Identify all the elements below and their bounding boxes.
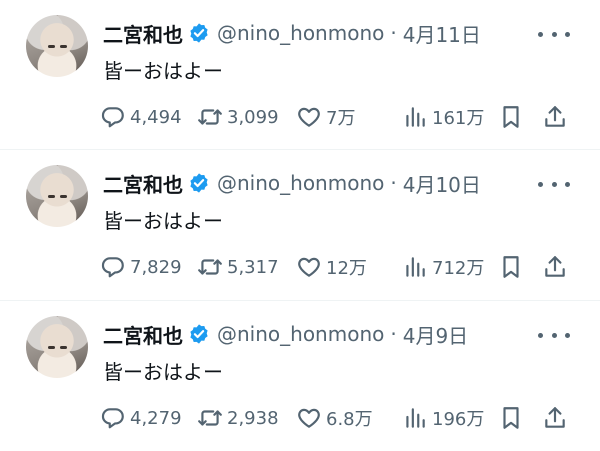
avatar-eye [48, 346, 55, 349]
reply-button[interactable]: 4,279 [100, 401, 182, 435]
retweet-button[interactable]: 3,099 [197, 100, 279, 134]
reply-bubble-icon [101, 408, 124, 429]
tweet-header: 二宮和也 @nino_honmono · 4月10日 [103, 166, 481, 200]
like-count: 7万 [326, 108, 356, 129]
display-name[interactable]: 二宮和也 [103, 19, 183, 48]
reply-bubble-icon [101, 257, 124, 278]
reply-count: 7,829 [130, 256, 182, 278]
bookmark-button[interactable] [498, 401, 524, 435]
display-name[interactable]: 二宮和也 [103, 169, 183, 198]
dot [538, 31, 543, 37]
dot [551, 31, 557, 37]
views-count: 196万 [432, 409, 485, 430]
action-bar: 4,494 3,099 7万 161万 [100, 100, 570, 134]
separator-dot: · [390, 322, 397, 346]
tweet[interactable]: 二宮和也 @nino_honmono · 4月10日 皆ーおはよー 7,829 … [0, 150, 600, 301]
retweet-arrows-icon [198, 109, 222, 125]
verified-badge-icon [188, 323, 210, 345]
tweet-date[interactable]: 4月10日 [403, 169, 481, 198]
dot [565, 181, 570, 187]
tweet-feed: 二宮和也 @nino_honmono · 4月11日 皆ーおはよー 4,494 … [0, 0, 600, 451]
bar-chart-icon [406, 107, 425, 127]
retweet-button[interactable]: 5,317 [197, 250, 279, 284]
more-dots-icon[interactable] [538, 331, 570, 339]
retweet-arrows-icon [198, 410, 222, 426]
share-upload-icon [545, 407, 565, 428]
tweet[interactable]: 二宮和也 @nino_honmono · 4月11日 皆ーおはよー 4,494 … [0, 0, 600, 150]
like-count: 6.8万 [326, 409, 373, 430]
bookmark-icon [503, 256, 519, 278]
dot [565, 31, 570, 37]
dot [551, 181, 557, 187]
tweet-date[interactable]: 4月11日 [403, 19, 481, 48]
bar-chart-icon [406, 408, 425, 428]
retweet-count: 3,099 [227, 106, 279, 128]
display-name[interactable]: 二宮和也 [103, 320, 183, 349]
avatar-eye [48, 45, 55, 48]
share-upload-icon [545, 106, 565, 127]
avatar-eye [60, 195, 67, 198]
views-button[interactable]: 196万 [402, 401, 484, 435]
reply-button[interactable]: 7,829 [100, 250, 182, 284]
dot [538, 332, 543, 338]
tweet-date[interactable]: 4月9日 [403, 320, 468, 349]
avatar[interactable] [26, 316, 88, 378]
share-upload-icon [545, 256, 565, 277]
retweet-button[interactable]: 2,938 [197, 401, 279, 435]
share-button[interactable] [542, 100, 568, 134]
tweet-text: 皆ーおはよー [103, 209, 223, 233]
tweet[interactable]: 二宮和也 @nino_honmono · 4月9日 皆ーおはよー 4,279 2… [0, 301, 600, 451]
reply-button[interactable]: 4,494 [100, 100, 182, 134]
tweet-text: 皆ーおはよー [103, 360, 223, 384]
views-count: 161万 [432, 108, 485, 129]
bar-chart-icon [406, 257, 425, 277]
tweet-header: 二宮和也 @nino_honmono · 4月9日 [103, 317, 468, 351]
verified-badge-icon [188, 22, 210, 44]
user-handle[interactable]: @nino_honmono [217, 21, 384, 45]
views-button[interactable]: 712万 [402, 250, 484, 284]
reply-bubble-icon [101, 107, 124, 128]
action-bar: 7,829 5,317 12万 712万 [100, 250, 570, 284]
user-handle[interactable]: @nino_honmono [217, 322, 384, 346]
verified-badge-icon [188, 172, 210, 194]
bookmark-icon [503, 106, 519, 128]
separator-dot: · [390, 171, 397, 195]
dot [565, 332, 570, 338]
avatar[interactable] [26, 165, 88, 227]
bookmark-icon [503, 407, 519, 429]
retweet-arrows-icon [198, 259, 222, 275]
heart-icon [298, 257, 320, 277]
heart-icon [298, 408, 320, 428]
share-button[interactable] [542, 250, 568, 284]
like-button[interactable]: 7万 [296, 100, 355, 134]
retweet-count: 5,317 [227, 256, 279, 278]
like-button[interactable]: 12万 [296, 250, 367, 284]
reply-count: 4,494 [130, 106, 182, 128]
like-count: 12万 [326, 258, 367, 279]
tweet-header: 二宮和也 @nino_honmono · 4月11日 [103, 16, 481, 50]
heart-icon [298, 107, 320, 127]
dot [551, 332, 557, 338]
more-dots-icon[interactable] [538, 180, 570, 188]
avatar-eye [60, 45, 67, 48]
action-bar: 4,279 2,938 6.8万 196万 [100, 401, 570, 435]
more-dots-icon[interactable] [538, 30, 570, 38]
dot [538, 181, 543, 187]
avatar-eye [48, 195, 55, 198]
share-button[interactable] [542, 401, 568, 435]
like-button[interactable]: 6.8万 [296, 401, 373, 435]
avatar-eye [60, 346, 67, 349]
views-count: 712万 [432, 258, 485, 279]
bookmark-button[interactable] [498, 250, 524, 284]
user-handle[interactable]: @nino_honmono [217, 171, 384, 195]
views-button[interactable]: 161万 [402, 100, 484, 134]
bookmark-button[interactable] [498, 100, 524, 134]
retweet-count: 2,938 [227, 407, 279, 429]
avatar[interactable] [26, 15, 88, 77]
tweet-text: 皆ーおはよー [103, 59, 223, 83]
reply-count: 4,279 [130, 407, 182, 429]
separator-dot: · [390, 21, 397, 45]
